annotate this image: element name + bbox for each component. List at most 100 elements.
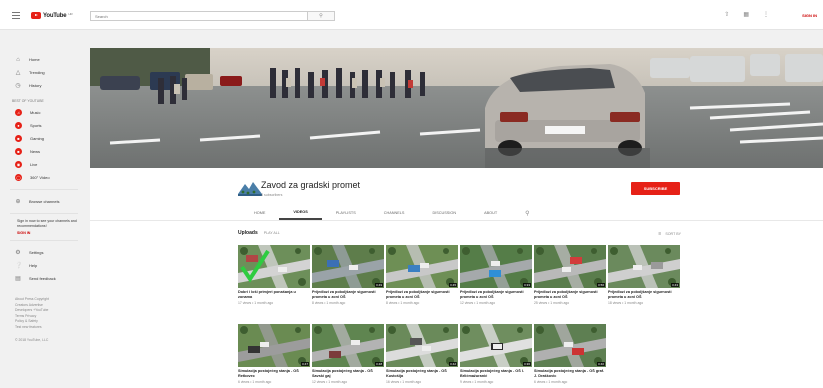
videos-grid-section: Uploads PLAY ALL ≡ SORT BY Dobri i loši …: [90, 220, 823, 388]
video-title[interactable]: Prijedlozi za poboljšanje sigurnosti pro…: [460, 290, 532, 299]
sidebar-item-music[interactable]: ♫ Music: [0, 106, 88, 119]
video-title[interactable]: Prijedlozi za poboljšanje sigurnosti pro…: [608, 290, 680, 299]
video-card[interactable]: 0:56 Prijedlozi za poboljšanje sigurnosti…: [534, 245, 606, 305]
masthead-icons: ⇧ ▦ ⋮: [724, 11, 769, 18]
uploads-title[interactable]: Uploads: [238, 230, 258, 236]
video-card[interactable]: 0:47 Simulacija postojećeg stanja - OŠ Re…: [238, 324, 310, 384]
channel-header: Zavod za gradski promet 3 subscribers SU…: [90, 168, 823, 220]
guide-sidebar: ⌂ Home △ Trending ◷ History BEST OF YOUT…: [0, 31, 88, 388]
sidebar-item-label: Settings: [29, 250, 44, 255]
youtube-logo[interactable]: YouTube HR: [31, 12, 73, 19]
sidebar-item-send-feedback[interactable]: ▤ Send feedback: [0, 272, 88, 285]
channel-tabs: HOME VIDEOS PLAYLISTS CHANNELS DISCUSSIO…: [240, 206, 544, 220]
sidebar-item-help[interactable]: ❔ Help: [0, 259, 88, 272]
sort-icon: ≡: [658, 231, 662, 237]
video-thumbnail[interactable]: 0:47: [238, 324, 310, 367]
video-card[interactable]: 0:43 Prijedlozi za poboljšanje sigurnosti…: [608, 245, 680, 305]
video-thumbnail[interactable]: [238, 245, 310, 288]
tab-about[interactable]: ABOUT: [470, 206, 511, 220]
sidebar-item-label: Trending: [29, 70, 45, 75]
home-icon: ⌂: [16, 56, 20, 63]
sidebar-item-360-video[interactable]: ◯ 360° Video: [0, 171, 88, 184]
sidebar-item-label: 360° Video: [30, 175, 50, 180]
video-duration: 0:49: [375, 283, 383, 287]
channel-avatar[interactable]: [237, 179, 263, 199]
feedback-icon: ▤: [15, 275, 21, 282]
sidebar-item-home[interactable]: ⌂ Home: [0, 53, 88, 66]
channel-search-button[interactable]: ⚲: [511, 206, 543, 220]
video-card[interactable]: 0:42 Simulacija postojećeg stanja - OŠ Ku…: [386, 324, 458, 384]
tab-discussion[interactable]: DISCUSSION: [418, 206, 470, 220]
channel-name[interactable]: Zavod za gradski promet: [261, 180, 360, 190]
video-title[interactable]: Prijedlozi za poboljšanje sigurnosti pro…: [386, 290, 458, 299]
sidebar-item-browse-channels[interactable]: ⊕ Browse channels: [0, 195, 88, 208]
sidebar-item-label: Home: [29, 57, 40, 62]
video-title[interactable]: Simulacija postojećeg stanja - OŠ Kustoš…: [386, 369, 458, 378]
channel-banner: [90, 48, 823, 168]
video-title[interactable]: Dobri i loši primjeri ponašanja u zonama: [238, 290, 310, 299]
video-meta: 25 views • 1 month ago: [534, 301, 570, 305]
sidebar-item-label: Help: [29, 263, 38, 268]
guide-menu-button[interactable]: [12, 12, 20, 19]
video-meta: 6 views • 1 month ago: [534, 380, 568, 384]
copyright: © 2018 YouTube, LLC: [15, 338, 49, 342]
video-duration: 0:40: [597, 362, 605, 366]
apps-icon[interactable]: ▦: [743, 11, 749, 18]
video-thumbnail[interactable]: 0:36: [460, 324, 532, 367]
tab-home[interactable]: HOME: [240, 206, 279, 220]
video-card[interactable]: 0:49 Prijedlozi za poboljšanje sigurnosti…: [312, 245, 384, 305]
search-button[interactable]: ⚲: [308, 11, 335, 21]
music-icon: ♫: [15, 109, 22, 116]
video-card[interactable]: 0:40 Simulacija postojećeg stanja - OŠ gr…: [534, 324, 606, 384]
more-vert-icon[interactable]: ⋮: [763, 11, 769, 18]
sort-by-button[interactable]: ≡ SORT BY: [658, 231, 681, 237]
video-duration: 0:33: [523, 283, 531, 287]
video-duration: 0:48: [375, 362, 383, 366]
video-title[interactable]: Simulacija postojećeg stanja - OŠ Retkov…: [238, 369, 310, 378]
sidebar-item-history[interactable]: ◷ History: [0, 79, 88, 92]
subscribe-button[interactable]: SUBSCRIBE: [631, 182, 680, 195]
tab-channels[interactable]: CHANNELS: [370, 206, 419, 220]
video-card[interactable]: Dobri i loši primjeri ponašanja u zonama…: [238, 245, 310, 305]
sign-in-button[interactable]: SIGN IN: [802, 13, 817, 18]
search-box: [90, 11, 308, 21]
upload-icon[interactable]: ⇧: [724, 11, 729, 18]
sidebar-sign-in-link[interactable]: SIGN IN: [0, 231, 88, 235]
video-card[interactable]: 0:36 Simulacija postojećeg stanja - OŠ I.…: [460, 324, 532, 384]
video-thumbnail[interactable]: 0:45: [386, 245, 458, 288]
video-title[interactable]: Simulacija postojećeg stanja - OŠ I. Brl…: [460, 369, 532, 378]
video-thumbnail[interactable]: 0:49: [312, 245, 384, 288]
video-thumbnail[interactable]: 0:40: [534, 324, 606, 367]
trending-icon: △: [15, 69, 21, 76]
video-title[interactable]: Simulacija postojećeg stanja - OŠ Savski…: [312, 369, 384, 378]
sidebar-item-trending[interactable]: △ Trending: [0, 66, 88, 79]
video-card[interactable]: 0:45 Prijedlozi za poboljšanje sigurnosti…: [386, 245, 458, 305]
sports-icon: ●: [15, 122, 22, 129]
video-thumbnail[interactable]: 0:48: [312, 324, 384, 367]
video-thumbnail[interactable]: 0:56: [534, 245, 606, 288]
tab-playlists[interactable]: PLAYLISTS: [322, 206, 370, 220]
sidebar-item-settings[interactable]: ⚙ Settings: [0, 246, 88, 259]
video-title[interactable]: Prijedlozi za poboljšanje sigurnosti pro…: [312, 290, 384, 299]
video-card[interactable]: 0:33 Prijedlozi za poboljšanje sigurnosti…: [460, 245, 532, 305]
video-meta: 8 views • 1 month ago: [386, 301, 420, 305]
sidebar-item-label: Send feedback: [29, 276, 56, 281]
video-meta: 18 views • 1 month ago: [608, 301, 644, 305]
live-icon: ◉: [15, 161, 22, 168]
video-title[interactable]: Simulacija postojećeg stanja - OŠ graf. …: [534, 369, 606, 378]
sidebar-item-label: Live: [30, 162, 38, 167]
sidebar-item-live[interactable]: ◉ Live: [0, 158, 88, 171]
tab-videos[interactable]: VIDEOS: [279, 206, 322, 220]
sidebar-item-gaming[interactable]: ■ Gaming: [0, 132, 88, 145]
video-card[interactable]: 0:48 Simulacija postojećeg stanja - OŠ Sa…: [312, 324, 384, 384]
video-thumbnail[interactable]: 0:42: [386, 324, 458, 367]
sidebar-item-news[interactable]: ■ News: [0, 145, 88, 158]
video-thumbnail[interactable]: 0:43: [608, 245, 680, 288]
search-input[interactable]: [91, 12, 307, 20]
logo-country: HR: [68, 12, 73, 16]
play-all-link[interactable]: PLAY ALL: [264, 231, 280, 235]
footer-line[interactable]: Test new features: [15, 325, 88, 331]
sidebar-item-sports[interactable]: ● Sports: [0, 119, 88, 132]
video-title[interactable]: Prijedlozi za poboljšanje sigurnosti pro…: [534, 290, 606, 299]
video-thumbnail[interactable]: 0:33: [460, 245, 532, 288]
